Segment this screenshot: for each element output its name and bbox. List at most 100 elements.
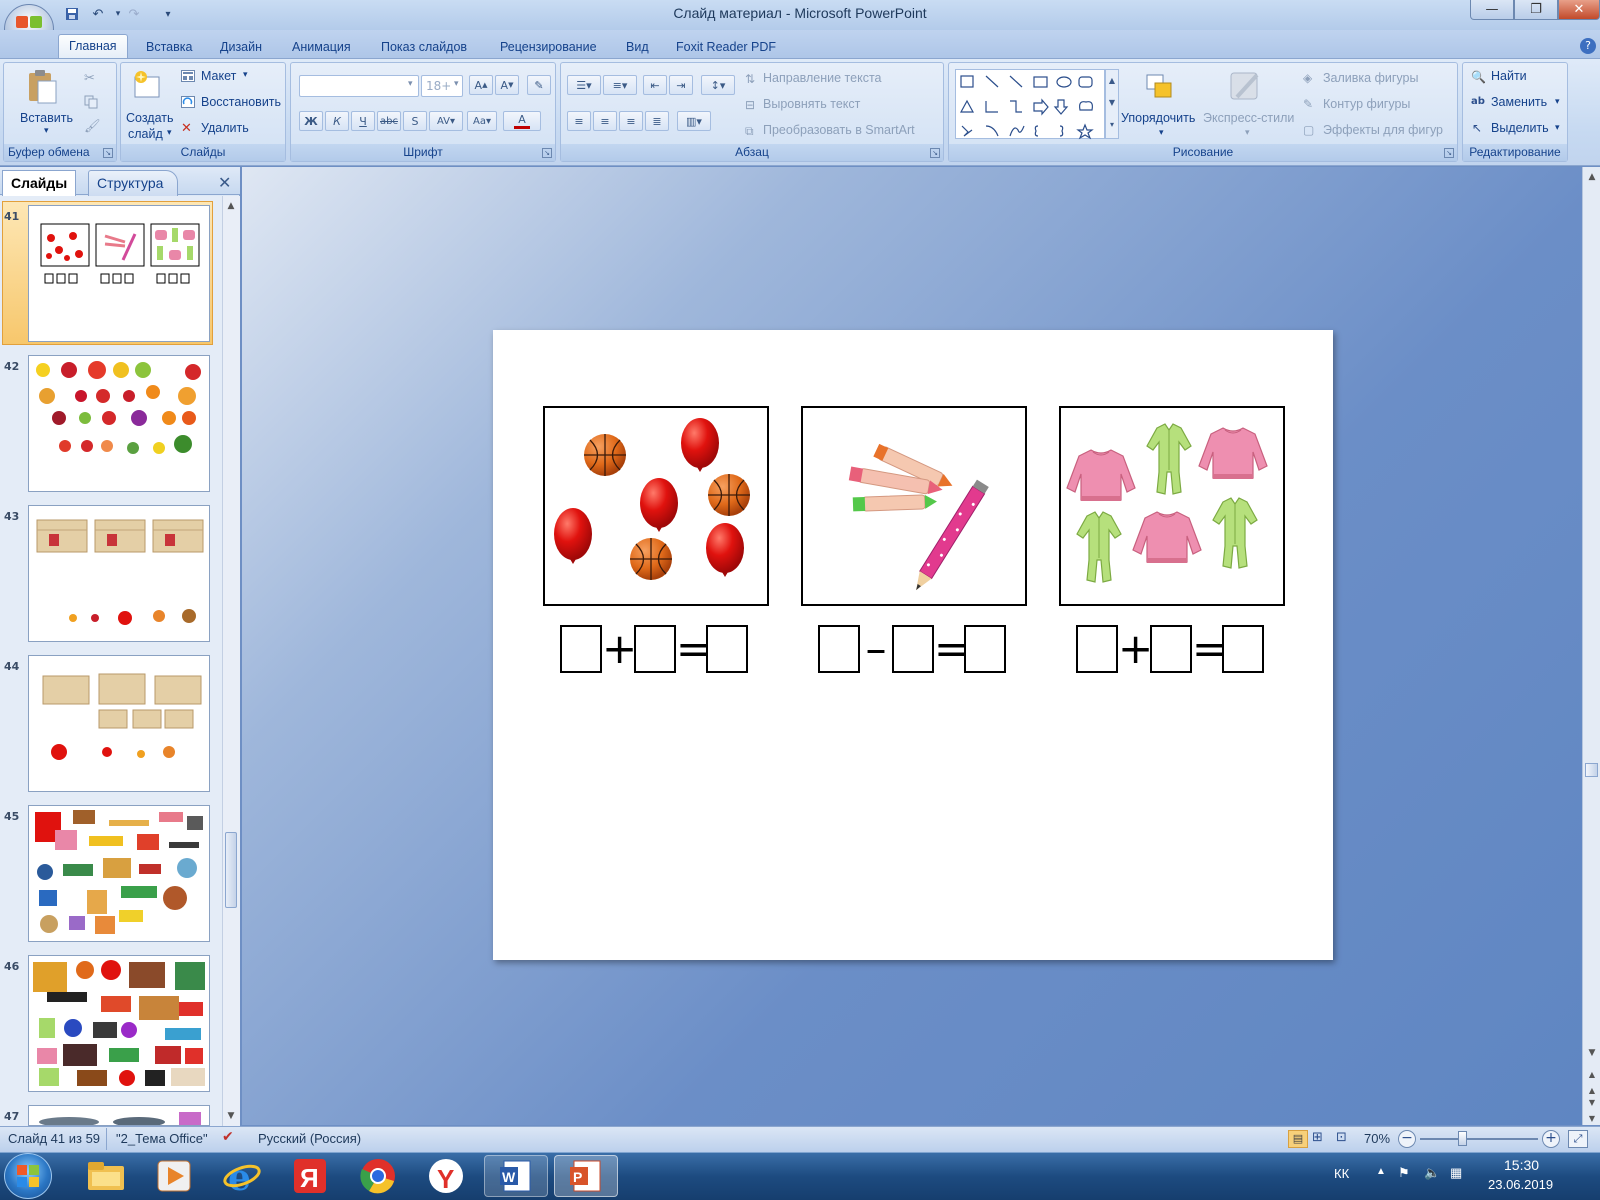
font-size-dropdown-icon[interactable]: ▾ [454, 79, 459, 89]
align-left-icon[interactable]: ≡ [567, 111, 591, 131]
slide-sorter-icon[interactable]: ⊞ [1312, 1130, 1323, 1145]
delete-slide-icon[interactable]: ✕ [181, 121, 192, 136]
paste-button[interactable]: Вставить [20, 111, 73, 125]
copy-icon[interactable] [84, 95, 98, 112]
zoom-out-icon[interactable]: − [1398, 1130, 1416, 1148]
previous-slide-icon[interactable]: ▲ ▲ [1584, 1067, 1600, 1095]
slideshow-view-icon[interactable]: ⊡ [1336, 1130, 1347, 1145]
tab-slideshow[interactable]: Показ слайдов [371, 36, 477, 58]
action-center-icon[interactable]: ⚑ [1398, 1165, 1410, 1181]
slide-thumbnail-41[interactable] [28, 205, 210, 342]
change-case-icon[interactable]: Aa▾ [467, 111, 497, 131]
bold-icon[interactable]: Ж [299, 111, 323, 131]
start-button[interactable] [4, 1153, 52, 1199]
reset-button[interactable]: Восстановить [201, 95, 281, 109]
word-icon[interactable]: W [484, 1155, 548, 1197]
slides-pane-scrollbar[interactable]: ▲ ▼ [222, 196, 240, 1126]
strikethrough-icon[interactable]: abc [377, 111, 401, 131]
minimize-button[interactable]: — [1470, 0, 1514, 20]
zoom-in-icon[interactable]: + [1542, 1130, 1560, 1148]
undo-icon[interactable]: ↶ [88, 5, 108, 23]
save-icon[interactable] [62, 5, 82, 23]
paste-dropdown-icon[interactable]: ▾ [44, 125, 49, 136]
font-name-combo[interactable] [299, 75, 419, 97]
answer-box[interactable] [634, 625, 676, 673]
editor-scroll-up-icon[interactable]: ▲ [1584, 169, 1600, 185]
grow-font-icon[interactable]: A ▲ [469, 75, 493, 95]
media-player-icon[interactable] [142, 1155, 206, 1197]
align-right-icon[interactable]: ≡ [619, 111, 643, 131]
quick-styles-icon[interactable] [1229, 69, 1263, 106]
quick-styles-button[interactable]: Экспресс-стили [1203, 111, 1294, 125]
internet-explorer-icon[interactable]: e [210, 1155, 274, 1197]
font-name-dropdown-icon[interactable]: ▾ [408, 79, 413, 89]
network-icon[interactable]: ▦ [1450, 1165, 1462, 1181]
tab-slides[interactable]: Слайды [2, 170, 77, 196]
fit-to-window-icon[interactable]: ⤢ [1568, 1130, 1588, 1148]
picture-clothes[interactable] [1059, 406, 1285, 606]
shape-effects-button[interactable]: Эффекты для фигур [1323, 123, 1443, 137]
yandex-browser-icon[interactable]: Я [278, 1155, 342, 1197]
line-spacing-icon[interactable]: ↕▾ [701, 75, 735, 95]
editor-vertical-scrollbar[interactable]: ▲ ▼ ▲ ▲ ▼ ▼ [1582, 167, 1600, 1125]
new-slide-icon[interactable] [131, 69, 163, 104]
drawing-launcher-icon[interactable]: ↘ [1444, 148, 1454, 158]
numbering-icon[interactable]: ≡▾ [603, 75, 637, 95]
clear-format-icon[interactable]: ✎ [527, 75, 551, 95]
shapes-gallery[interactable] [955, 69, 1105, 140]
layout-button[interactable]: Макет [201, 69, 236, 83]
reset-icon[interactable] [181, 96, 195, 111]
theme-name[interactable]: "2_Тема Office" [116, 1131, 208, 1146]
font-color-icon[interactable]: A [503, 111, 541, 131]
decrease-indent-icon[interactable]: ⇤ [643, 75, 667, 95]
scroll-up-icon[interactable]: ▲ [223, 198, 239, 214]
bullets-icon[interactable]: ☰▾ [567, 75, 601, 95]
select-icon[interactable]: ↖ [1472, 121, 1482, 135]
zoom-level[interactable]: 70% [1364, 1131, 1390, 1146]
answer-box[interactable] [964, 625, 1006, 673]
slide-thumbnail-46[interactable] [28, 955, 210, 1092]
char-spacing-icon[interactable]: AV▾ [429, 111, 463, 131]
slide-thumbnail-45[interactable] [28, 805, 210, 942]
tab-home[interactable]: Главная [58, 34, 128, 59]
answer-box[interactable] [1222, 625, 1264, 673]
tab-animation[interactable]: Анимация [282, 36, 361, 58]
answer-box[interactable] [560, 625, 602, 673]
keyboard-language[interactable]: КК [1334, 1166, 1349, 1181]
arrange-icon[interactable] [1143, 71, 1177, 108]
arrange-button[interactable]: Упорядочить [1121, 111, 1195, 125]
paste-icon[interactable] [26, 69, 58, 108]
editor-scroll-thumb[interactable] [1585, 763, 1598, 777]
powerpoint-icon[interactable]: P [554, 1155, 618, 1197]
slide-thumbnail-42[interactable] [28, 355, 210, 492]
next-slide-icon[interactable]: ▼ ▼ [1584, 1095, 1600, 1123]
align-center-icon[interactable]: ≡ [593, 111, 617, 131]
slides-pane-scroll-thumb[interactable] [225, 832, 237, 908]
paragraph-launcher-icon[interactable]: ↘ [930, 148, 940, 158]
shape-fill-button[interactable]: Заливка фигуры [1323, 71, 1418, 85]
zoom-slider-track[interactable] [1420, 1138, 1538, 1140]
text-direction-button[interactable]: Направление текста [763, 71, 882, 85]
cut-icon[interactable]: ✂ [84, 71, 95, 86]
close-button[interactable]: ✕ [1558, 0, 1600, 20]
redo-icon[interactable]: ↷ [124, 5, 144, 23]
columns-icon[interactable]: ▥▾ [677, 111, 711, 131]
answer-box[interactable] [1150, 625, 1192, 673]
clipboard-launcher-icon[interactable]: ↘ [103, 148, 113, 158]
slide-thumbnail-47[interactable] [28, 1105, 210, 1126]
justify-icon[interactable]: ≣ [645, 111, 669, 131]
tray-expand-icon[interactable]: ▲ [1376, 1166, 1386, 1177]
clock-date[interactable]: 23.06.2019 [1488, 1177, 1553, 1192]
answer-box[interactable] [818, 625, 860, 673]
customize-qat-icon[interactable]: ▾ [158, 5, 178, 23]
increase-indent-icon[interactable]: ⇥ [669, 75, 693, 95]
maximize-button[interactable]: ❐ [1514, 0, 1558, 20]
align-text-button[interactable]: Выровнять текст [763, 97, 860, 111]
chrome-icon[interactable] [346, 1155, 410, 1197]
answer-box[interactable] [892, 625, 934, 673]
answer-box[interactable] [1076, 625, 1118, 673]
new-slide-label-2[interactable]: слайд [128, 127, 163, 141]
shapes-gallery-scroll[interactable]: ▲ ▼ ▾ [1105, 69, 1119, 139]
volume-icon[interactable]: 🔈 [1424, 1165, 1440, 1181]
replace-icon[interactable]: ab [1471, 96, 1485, 107]
